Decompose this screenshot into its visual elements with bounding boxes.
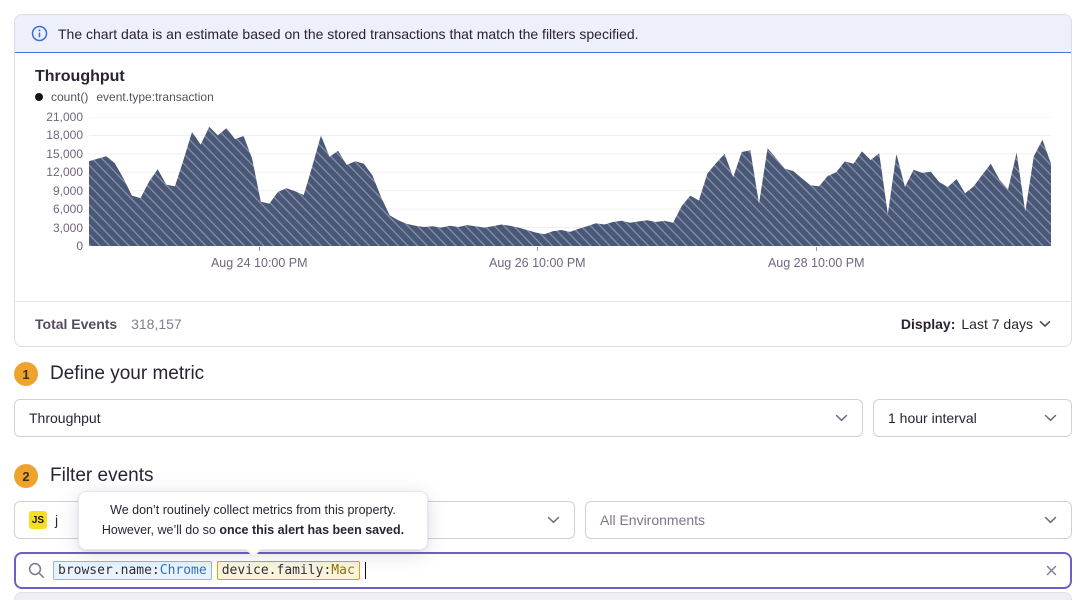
display-value: Last 7 days — [961, 316, 1033, 332]
y-tick-label: 6,000 — [53, 202, 83, 216]
metric-row: Throughput 1 hour interval — [14, 399, 1072, 437]
x-tick-label: Aug 28 10:00 PM — [768, 256, 865, 270]
step-1-badge: 1 — [14, 362, 38, 386]
metric-select-value: Throughput — [29, 410, 827, 426]
area-chart-svg — [89, 117, 1051, 246]
search-filter-input[interactable]: browser.name:Chrome device.family:Mac — [14, 552, 1072, 589]
metric-select[interactable]: Throughput — [14, 399, 863, 437]
search-section: We don’t routinely collect metrics from … — [14, 552, 1072, 600]
info-banner: The chart data is an estimate based on t… — [15, 15, 1071, 53]
chevron-down-icon — [547, 516, 560, 524]
close-icon[interactable] — [1045, 564, 1058, 577]
y-tick-label: 0 — [76, 239, 83, 253]
tooltip-line1: We don’t routinely collect metrics from … — [93, 501, 413, 520]
filter-token-browser[interactable]: browser.name:Chrome — [53, 561, 212, 580]
display-label: Display: — [901, 316, 955, 332]
section-filter-events: 2 Filter events — [14, 464, 1072, 488]
x-tick-label: Aug 24 10:00 PM — [211, 256, 308, 270]
legend-series-label: count() — [51, 90, 88, 104]
environment-select-value: All Environments — [600, 512, 1036, 528]
metrics-tooltip: We don’t routinely collect metrics from … — [78, 491, 428, 550]
chevron-down-icon — [835, 414, 848, 422]
x-tick-mark — [537, 247, 538, 251]
area-series — [89, 127, 1051, 246]
y-tick-label: 18,000 — [46, 128, 83, 142]
x-tick-mark — [259, 247, 260, 251]
y-axis-labels: 03,0006,0009,00012,00015,00018,00021,000 — [35, 117, 89, 246]
environment-select[interactable]: All Environments — [585, 501, 1072, 539]
js-platform-icon: JS — [29, 511, 47, 529]
info-icon — [31, 25, 48, 42]
section-define-metric: 1 Define your metric — [14, 362, 1072, 386]
tooltip-line2: However, we’ll do so once this alert has… — [93, 521, 413, 540]
y-tick-label: 15,000 — [46, 147, 83, 161]
y-tick-label: 12,000 — [46, 165, 83, 179]
y-tick-label: 9,000 — [53, 184, 83, 198]
page: The chart data is an estimate based on t… — [0, 0, 1086, 600]
chart-panel: The chart data is an estimate based on t… — [14, 14, 1072, 347]
define-metric-title: Define your metric — [50, 363, 204, 385]
autocomplete-dropdown-edge[interactable] — [14, 592, 1072, 600]
chart-area: 03,0006,0009,00012,00015,00018,00021,000… — [35, 117, 1051, 246]
interval-select-value: 1 hour interval — [888, 410, 1036, 426]
y-tick-label: 21,000 — [46, 110, 83, 124]
chart-title: Throughput — [35, 68, 1051, 86]
search-tokens: browser.name:Chrome device.family:Mac — [53, 561, 1037, 580]
chevron-down-icon — [1044, 414, 1057, 422]
chevron-down-icon — [1044, 516, 1057, 524]
legend-dot-icon — [35, 93, 43, 101]
y-tick-label: 3,000 — [53, 221, 83, 235]
banner-text: The chart data is an estimate based on t… — [58, 26, 639, 42]
filter-token-device[interactable]: device.family:Mac — [217, 561, 360, 580]
total-events: Total Events 318,157 — [35, 316, 182, 332]
total-events-value: 318,157 — [131, 316, 182, 332]
chevron-down-icon — [1039, 320, 1051, 328]
chart-legend: count() event.type:transaction — [35, 90, 1051, 104]
filter-events-title: Filter events — [50, 465, 153, 487]
chart-footer: Total Events 318,157 Display: Last 7 day… — [15, 301, 1071, 346]
text-caret — [365, 562, 367, 579]
step-2-badge: 2 — [14, 464, 38, 488]
interval-select[interactable]: 1 hour interval — [873, 399, 1072, 437]
search-icon — [28, 562, 45, 579]
chart-body: Throughput count() event.type:transactio… — [15, 53, 1071, 301]
plot-area[interactable]: Aug 24 10:00 PMAug 26 10:00 PMAug 28 10:… — [89, 117, 1051, 246]
total-events-label: Total Events — [35, 316, 117, 332]
display-range-dropdown[interactable]: Display: Last 7 days — [901, 316, 1051, 332]
tooltip-bold-text: once this alert has been saved. — [219, 523, 404, 537]
x-tick-label: Aug 26 10:00 PM — [489, 256, 586, 270]
x-tick-mark — [816, 247, 817, 251]
legend-filter-label: event.type:transaction — [96, 90, 213, 104]
